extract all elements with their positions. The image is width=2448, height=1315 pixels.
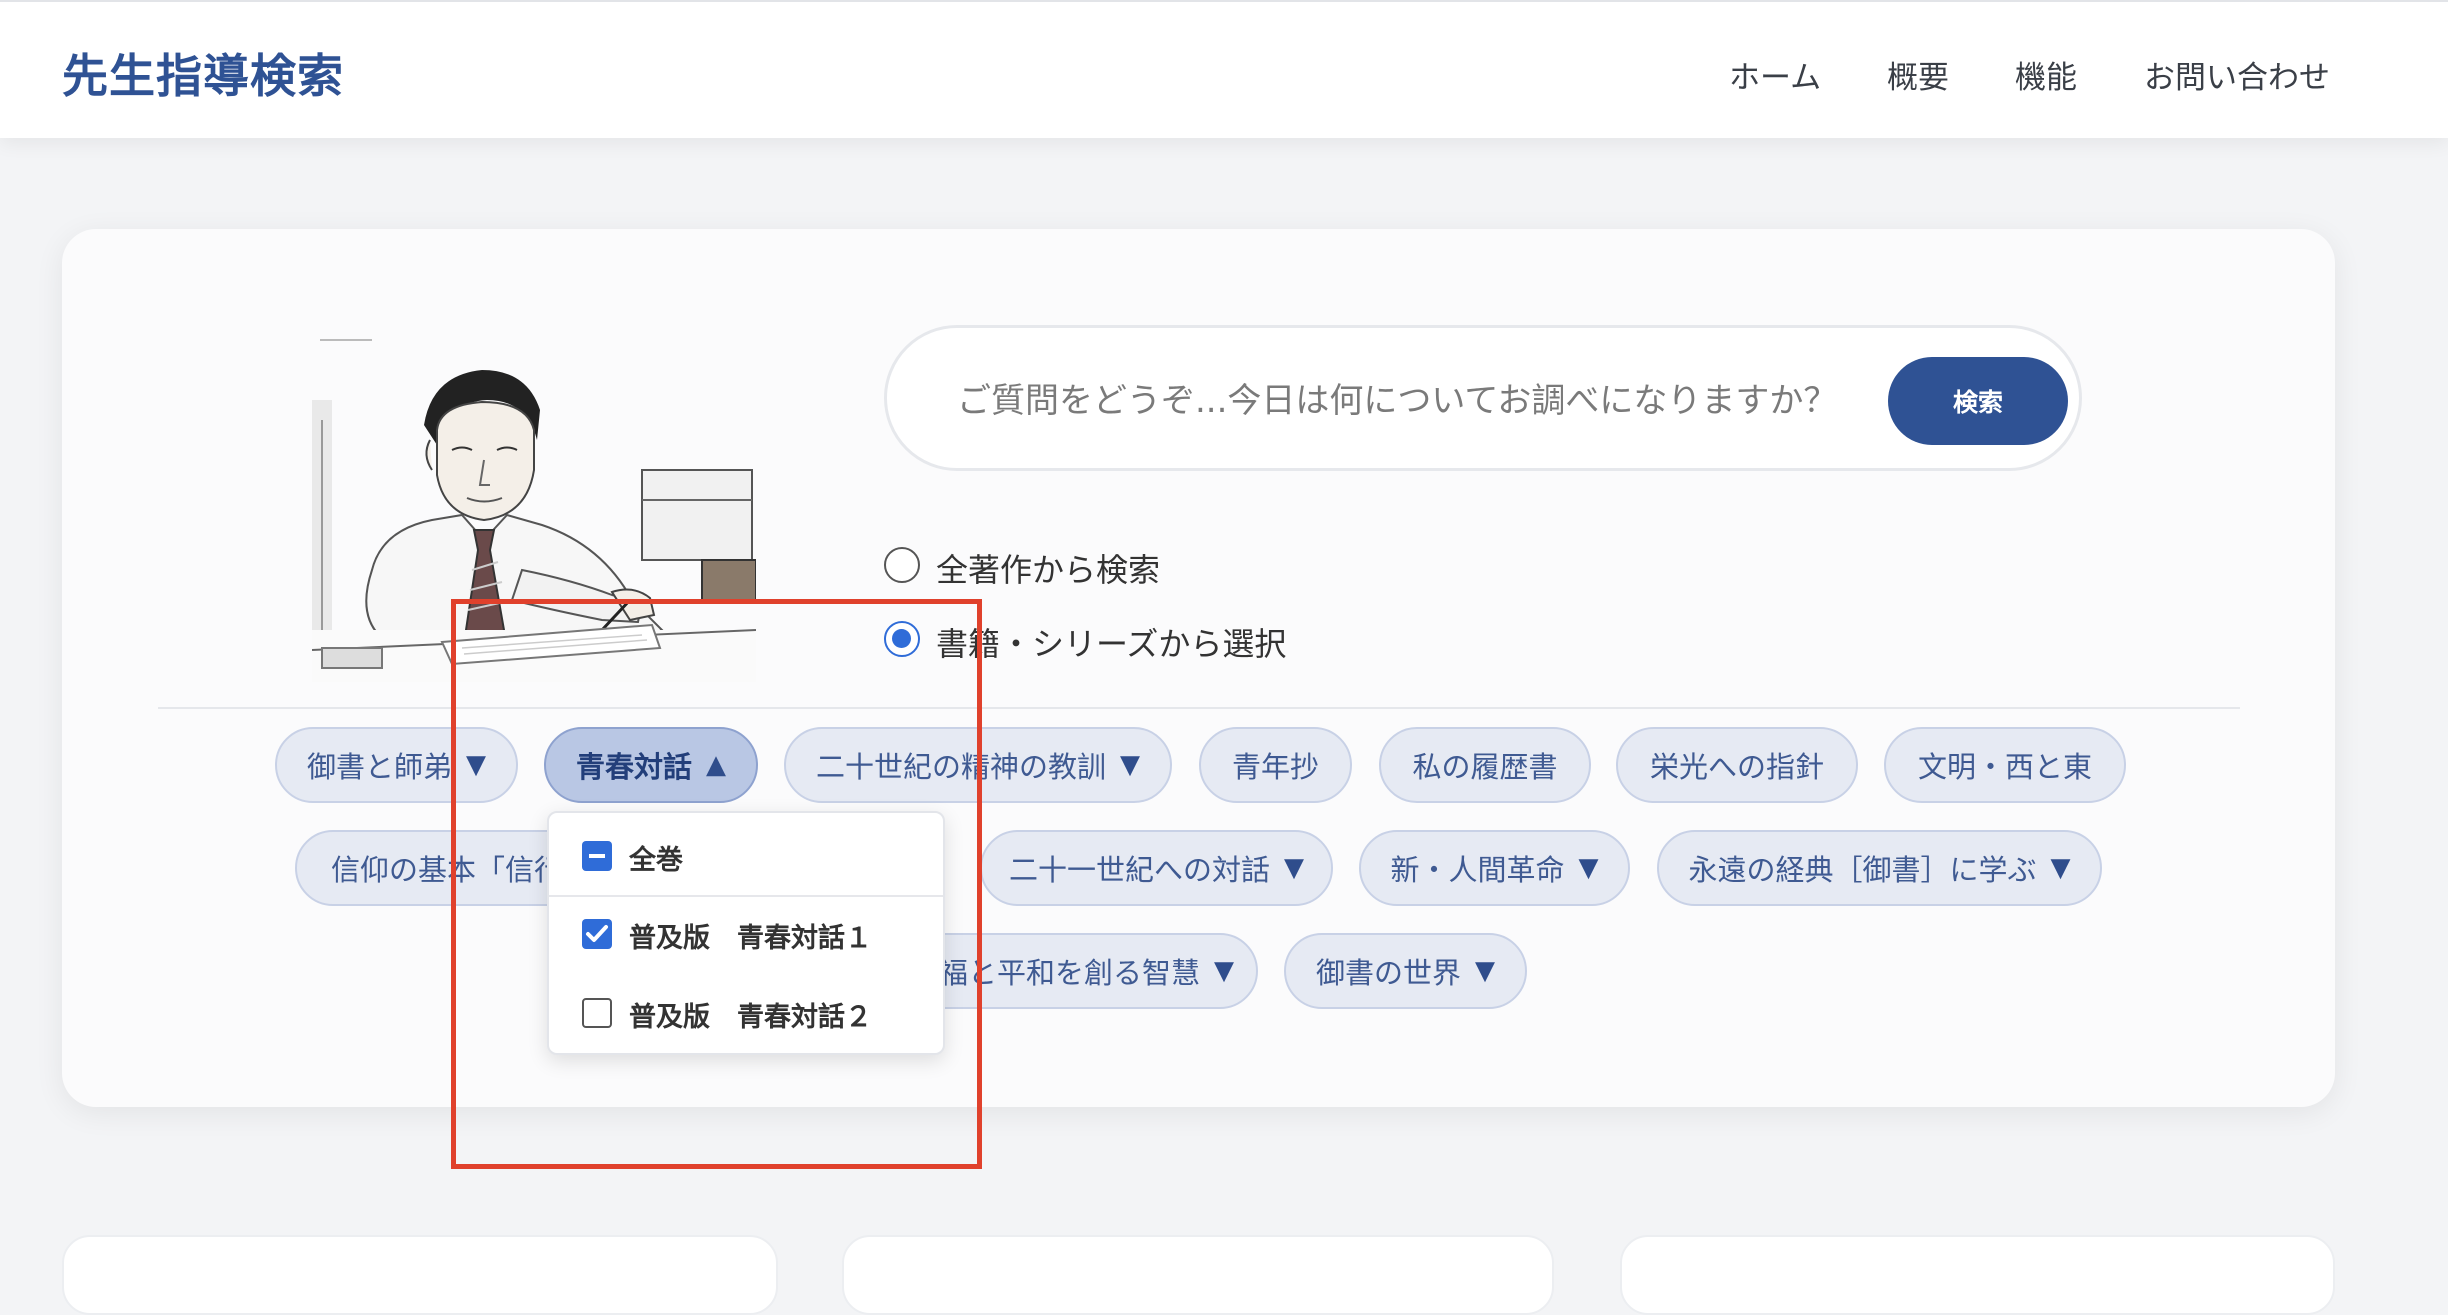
highlight-box xyxy=(451,599,982,1169)
feature-card xyxy=(62,1235,778,1315)
chip-label: 永遠の経典［御書］に学ぶ xyxy=(1688,853,2037,887)
chip-label: 文明・西と東 xyxy=(1917,750,2092,784)
chevron-down-icon: ▼ xyxy=(1578,853,1599,883)
search-button[interactable]: 検索 xyxy=(1888,357,2068,445)
chip-label: 新・人間革命 xyxy=(1390,853,1565,887)
nav-home[interactable]: ホーム xyxy=(1729,52,1821,97)
chevron-down-icon: ▼ xyxy=(1475,956,1495,986)
chip-label: 二十一世紀への対話 xyxy=(1008,853,1270,887)
feature-card xyxy=(1620,1235,2335,1315)
feature-card xyxy=(842,1235,1554,1315)
chevron-down-icon: ▼ xyxy=(1120,750,1140,780)
chevron-down-icon: ▼ xyxy=(2050,853,2071,883)
nav-about[interactable]: 概要 xyxy=(1887,52,1949,97)
chip-label: 青年抄 xyxy=(1231,750,1319,784)
book-chip-gosho-no-sekai[interactable]: 御書の世界 ▼ xyxy=(1284,933,1527,1009)
main-nav: ホーム 概要 機能 お問い合わせ xyxy=(0,52,2448,96)
chip-label: 私の履歴書 xyxy=(1412,750,1558,784)
book-chip-eiko-heno-shishin[interactable]: 栄光への指針 xyxy=(1616,727,1858,803)
book-chip-nijuisseiki-taiwa[interactable]: 二十一世紀への対話 ▼ xyxy=(980,830,1333,906)
search-input[interactable] xyxy=(957,376,1857,426)
book-chip-watashi-no-rirekisho[interactable]: 私の履歴書 xyxy=(1379,727,1591,803)
nav-contact[interactable]: お問い合わせ xyxy=(2144,52,2330,97)
search-bar: 検索 xyxy=(884,325,2082,471)
chevron-down-icon: ▼ xyxy=(1284,853,1304,883)
nav-features[interactable]: 機能 xyxy=(2015,52,2077,97)
radio-button[interactable] xyxy=(884,547,920,583)
book-chip-shin-ningen-kakumei[interactable]: 新・人間革命 ▼ xyxy=(1359,830,1630,906)
radio-label: 書籍・シリーズから選択 xyxy=(936,625,1287,663)
chevron-down-icon: ▼ xyxy=(1214,956,1234,986)
chip-label: 栄光への指針 xyxy=(1649,750,1824,784)
book-chip-eien-no-kyoten[interactable]: 永遠の経典［御書］に学ぶ ▼ xyxy=(1657,830,2102,906)
chip-label: 御書と師弟 xyxy=(306,750,452,784)
book-chip-bunmei-nishi-to-higashi[interactable]: 文明・西と東 xyxy=(1884,727,2126,803)
top-header: 先生指導検索 ホーム 概要 機能 お問い合わせ xyxy=(0,0,2448,138)
book-chip-seinensho[interactable]: 青年抄 xyxy=(1199,727,1352,803)
chip-label: 御書の世界 xyxy=(1315,956,1461,990)
radio-label: 全著作から検索 xyxy=(936,551,1161,589)
